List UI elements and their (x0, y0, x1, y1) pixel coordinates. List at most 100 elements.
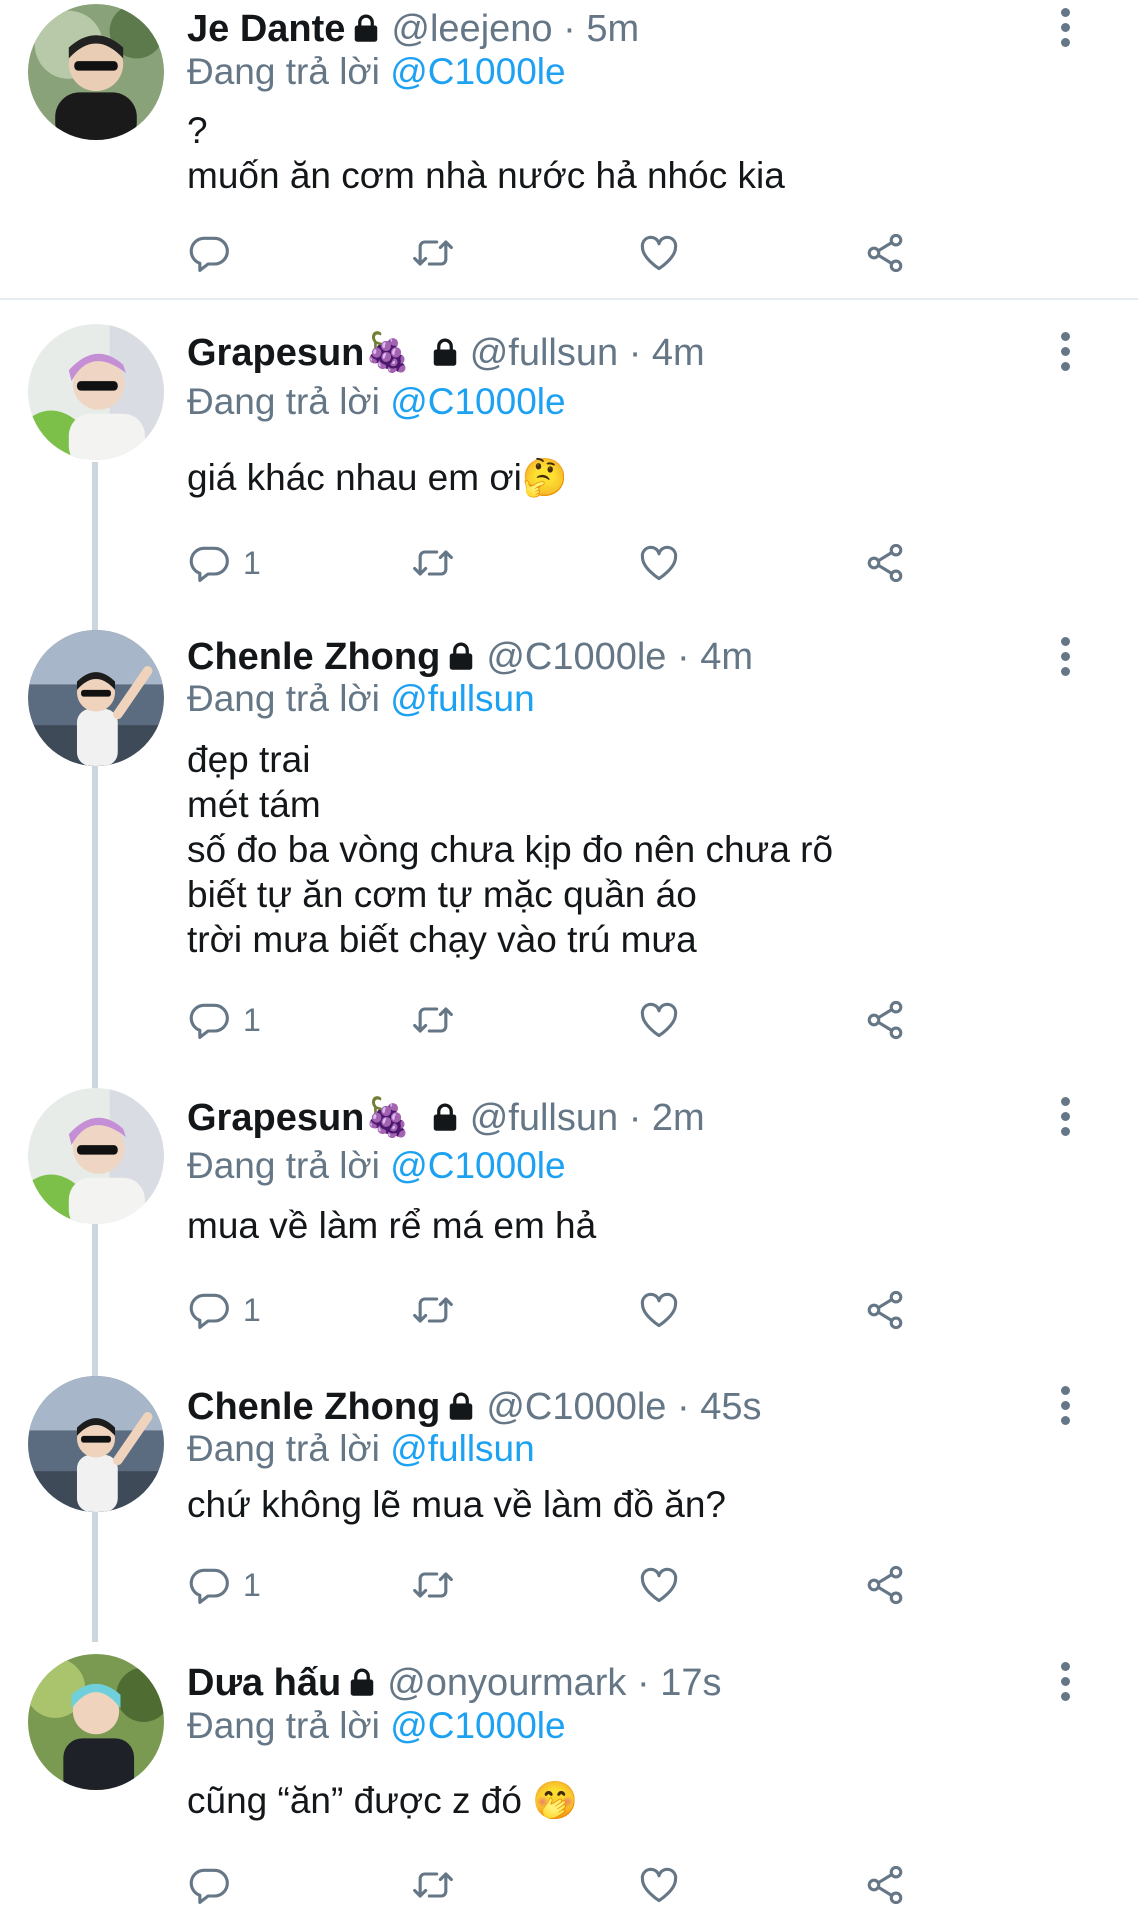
like-button[interactable] (637, 995, 681, 1045)
tweet-header: Grapesun🍇 @fullsun · 4m (187, 330, 705, 379)
timestamp[interactable]: · 5m (563, 8, 639, 50)
tweet-actions (187, 228, 947, 278)
more-options-icon[interactable] (1052, 332, 1078, 372)
handle[interactable]: @onyourmark (387, 1662, 626, 1704)
handle[interactable]: @fullsun (470, 1097, 618, 1139)
tweet[interactable]: Dưa hấu @onyourmark · 17s Đang trả lời @C… (0, 1628, 1138, 1920)
retweet-icon (411, 1563, 455, 1607)
replying-label: Đang trả lời (187, 1428, 380, 1469)
heart-icon (637, 998, 681, 1042)
display-name[interactable]: Chenle Zhong (187, 636, 440, 678)
mention-link[interactable]: @C1000le (390, 1145, 565, 1186)
mention-link[interactable]: @C1000le (390, 1705, 565, 1746)
tweet[interactable]: Je Dante @leejeno · 5m Đang trả lời @C100… (0, 0, 1138, 298)
timestamp[interactable]: · 17s (637, 1662, 721, 1704)
retweet-button[interactable] (411, 1285, 455, 1335)
like-button[interactable] (637, 228, 681, 278)
avatar[interactable] (28, 1654, 164, 1790)
tweet-header: Je Dante @leejeno · 5m (187, 6, 639, 55)
like-button[interactable] (637, 1285, 681, 1335)
timestamp[interactable]: · 4m (629, 332, 705, 374)
display-name[interactable]: Grapesun🍇 (187, 332, 412, 374)
handle[interactable]: @C1000le (486, 1386, 666, 1428)
reply-icon (187, 1288, 231, 1332)
display-name[interactable]: Dưa hấu (187, 1662, 341, 1704)
replying-to: Đang trả lời @C1000le (187, 50, 566, 94)
lock-icon (347, 1663, 377, 1709)
reply-count: 1 (243, 1566, 261, 1603)
like-button[interactable] (637, 1560, 681, 1610)
display-name[interactable]: Chenle Zhong (187, 1386, 440, 1428)
more-options-icon[interactable] (1052, 1386, 1078, 1426)
replying-label: Đang trả lời (187, 1705, 380, 1746)
heart-icon (637, 1563, 681, 1607)
reply-button[interactable] (187, 1860, 243, 1910)
reply-button[interactable]: 1 (187, 538, 261, 588)
mention-link[interactable]: @fullsun (390, 678, 535, 719)
retweet-button[interactable] (411, 228, 455, 278)
tweet-header: Dưa hấu @onyourmark · 17s (187, 1660, 721, 1709)
retweet-icon (411, 231, 455, 275)
tweet-text: ? muốn ăn cơm nhà nước hả nhóc kia (187, 110, 785, 196)
reply-button[interactable] (187, 228, 243, 278)
more-options-icon[interactable] (1052, 1662, 1078, 1702)
timestamp[interactable]: · 45s (677, 1386, 761, 1428)
replying-to: Đang trả lời @fullsun (187, 677, 535, 721)
retweet-button[interactable] (411, 1560, 455, 1610)
more-options-icon[interactable] (1052, 1097, 1078, 1137)
retweet-icon (411, 998, 455, 1042)
avatar[interactable] (28, 1376, 164, 1512)
replying-label: Đang trả lời (187, 678, 380, 719)
replying-to: Đang trả lời @C1000le (187, 1144, 566, 1188)
reply-button[interactable]: 1 (187, 1285, 261, 1335)
share-icon (863, 1288, 907, 1332)
tweet-header: Grapesun🍇 @fullsun · 2m (187, 1095, 705, 1144)
share-icon (863, 1863, 907, 1907)
retweet-button[interactable] (411, 538, 455, 588)
share-button[interactable] (863, 1560, 907, 1610)
tweet-text: đẹp trai mét tám số đo ba vòng chưa kịp … (187, 739, 834, 960)
lock-icon (430, 333, 460, 379)
display-name[interactable]: Grapesun🍇 (187, 1097, 412, 1139)
share-button[interactable] (863, 228, 907, 278)
timestamp[interactable]: · 2m (629, 1097, 705, 1139)
tweet[interactable]: Grapesun🍇 @fullsun · 4m Đang trả lời @C10… (0, 300, 1138, 595)
mention-link[interactable]: @C1000le (390, 51, 565, 92)
reply-icon (187, 1863, 231, 1907)
tweet-text: chứ không lẽ mua về làm đồ ăn? (187, 1484, 726, 1525)
tweet-actions: 1 (187, 538, 947, 588)
avatar[interactable] (28, 324, 164, 460)
more-options-icon[interactable] (1052, 8, 1078, 48)
handle[interactable]: @leejeno (391, 8, 552, 50)
retweet-button[interactable] (411, 995, 455, 1045)
avatar[interactable] (28, 630, 164, 766)
tweet[interactable]: Grapesun🍇 @fullsun · 2m Đang trả lời @C10… (0, 1060, 1138, 1350)
handle[interactable]: @C1000le (486, 636, 666, 678)
display-name[interactable]: Je Dante (187, 8, 345, 50)
heart-icon (637, 231, 681, 275)
share-button[interactable] (863, 1860, 907, 1910)
replying-label: Đang trả lời (187, 51, 380, 92)
mention-link[interactable]: @fullsun (390, 1428, 535, 1469)
share-button[interactable] (863, 995, 907, 1045)
share-button[interactable] (863, 1285, 907, 1335)
mention-link[interactable]: @C1000le (390, 381, 565, 422)
tweet-header: Chenle Zhong @C1000le · 45s (187, 1384, 762, 1433)
tweet[interactable]: Chenle Zhong @C1000le · 45s Đang trả lời … (0, 1350, 1138, 1628)
like-button[interactable] (637, 1860, 681, 1910)
more-options-icon[interactable] (1052, 637, 1078, 677)
retweet-button[interactable] (411, 1860, 455, 1910)
tweet-header: Chenle Zhong @C1000le · 4m (187, 634, 753, 683)
reply-count: 1 (243, 1001, 261, 1038)
avatar[interactable] (28, 1088, 164, 1224)
reply-button[interactable]: 1 (187, 995, 261, 1045)
tweet[interactable]: Chenle Zhong @C1000le · 4m Đang trả lời @… (0, 595, 1138, 1060)
timestamp[interactable]: · 4m (677, 636, 753, 678)
like-button[interactable] (637, 538, 681, 588)
avatar[interactable] (28, 4, 164, 140)
share-button[interactable] (863, 538, 907, 588)
reply-button[interactable]: 1 (187, 1560, 261, 1610)
share-icon (863, 1563, 907, 1607)
tweet-text: mua về làm rể má em hả (187, 1205, 597, 1246)
handle[interactable]: @fullsun (470, 332, 618, 374)
